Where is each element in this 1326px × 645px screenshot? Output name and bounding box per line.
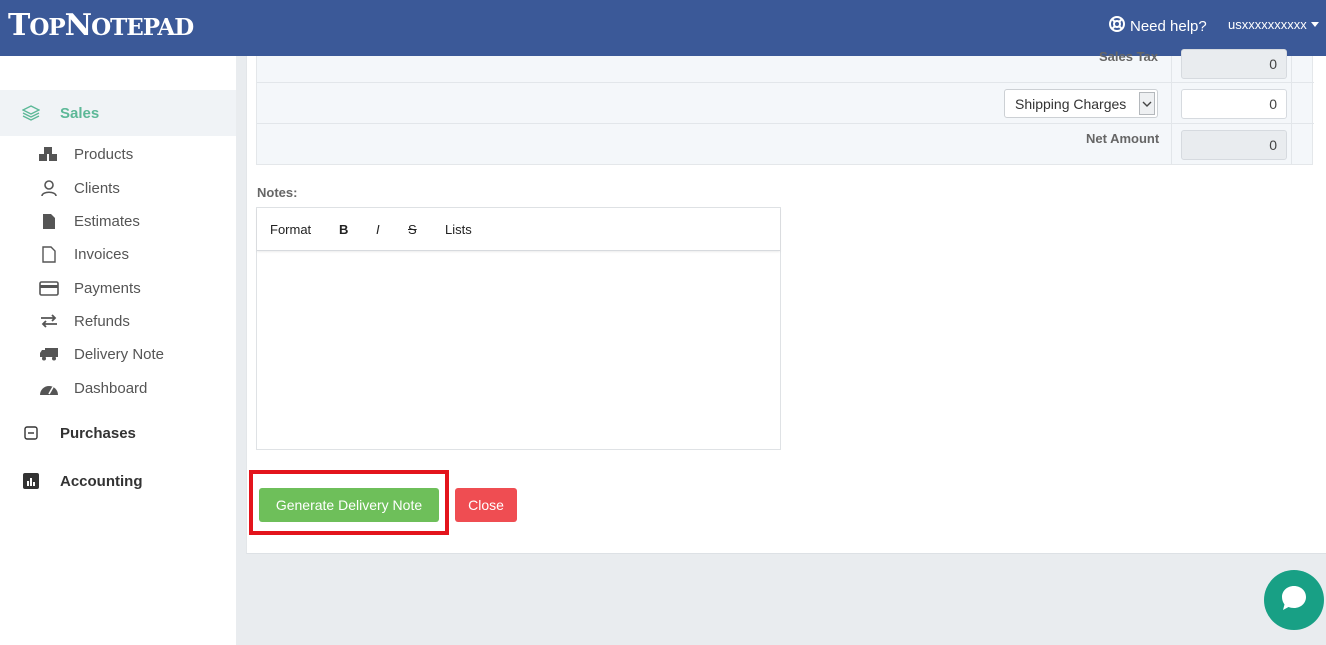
divider [1291,56,1292,164]
bar-chart-icon [22,472,40,490]
format-button[interactable]: Format [270,222,311,237]
lists-button[interactable]: Lists [445,222,472,237]
chevron-down-icon [1139,92,1155,115]
dashboard-icon [38,379,60,397]
credit-card-icon [38,279,60,297]
sales-tax-label: Sales Tax [1099,49,1159,64]
user-icon [38,179,60,197]
sidebar-item-dashboard[interactable]: Dashboard [38,377,147,399]
exchange-icon [38,312,60,330]
lifebuoy-icon [1108,15,1126,37]
shipping-charges-select[interactable]: Shipping Charges [1004,89,1158,118]
minus-square-icon [22,424,40,442]
close-button[interactable]: Close [455,488,517,522]
sales-tax-field: 0 [1181,49,1287,79]
divider [257,123,1314,124]
sidebar-item-products[interactable]: Products [38,143,133,165]
sidebar: Sales Products Clients Estimates Invoice… [0,56,236,645]
divider [257,82,1314,83]
chat-widget-button[interactable] [1264,570,1324,630]
notes-editor: Format B I S Lists [256,207,781,450]
net-amount-field: 0 [1181,130,1287,160]
notes-label: Notes: [257,185,298,200]
layers-icon [22,104,40,122]
notes-textarea[interactable] [257,252,780,449]
need-help-link[interactable]: Need help? [1108,15,1207,37]
sidebar-item-payments[interactable]: Payments [38,277,141,299]
editor-toolbar: Format B I S Lists [257,208,780,251]
caret-down-icon [1310,22,1319,27]
generate-delivery-note-button[interactable]: Generate Delivery Note [259,488,439,522]
sidebar-item-invoices[interactable]: Invoices [38,243,129,265]
bold-button[interactable]: B [339,222,348,237]
chat-bubble-icon [1279,583,1309,618]
file-icon [38,212,60,230]
shipping-charges-input[interactable]: 0 [1181,89,1287,119]
net-amount-label: Net Amount [1086,131,1160,146]
truck-icon [38,345,60,363]
sidebar-section-purchases[interactable]: Purchases [0,421,236,445]
file-outline-icon [38,245,60,263]
totals-table: Sales Tax 0 Shipping Charges 0 Net Amoun… [256,49,1314,165]
sidebar-item-delivery-note[interactable]: Delivery Note [38,343,164,365]
user-menu[interactable]: usxxxxxxxxxx [1228,17,1319,32]
sidebar-section-accounting[interactable]: Accounting [0,469,236,493]
sidebar-section-sales[interactable]: Sales [0,90,236,136]
sidebar-item-refunds[interactable]: Refunds [38,310,130,332]
sidebar-item-clients[interactable]: Clients [38,177,120,199]
app-logo[interactable]: TOPNOTEPAD [8,4,194,50]
top-bar: TOPNOTEPAD Need help? usxxxxxxxxxx [0,0,1326,56]
strikethrough-button[interactable]: S [408,222,417,237]
cubes-icon [38,145,60,163]
divider [1171,56,1172,164]
sidebar-item-estimates[interactable]: Estimates [38,210,140,232]
italic-button[interactable]: I [376,222,380,237]
